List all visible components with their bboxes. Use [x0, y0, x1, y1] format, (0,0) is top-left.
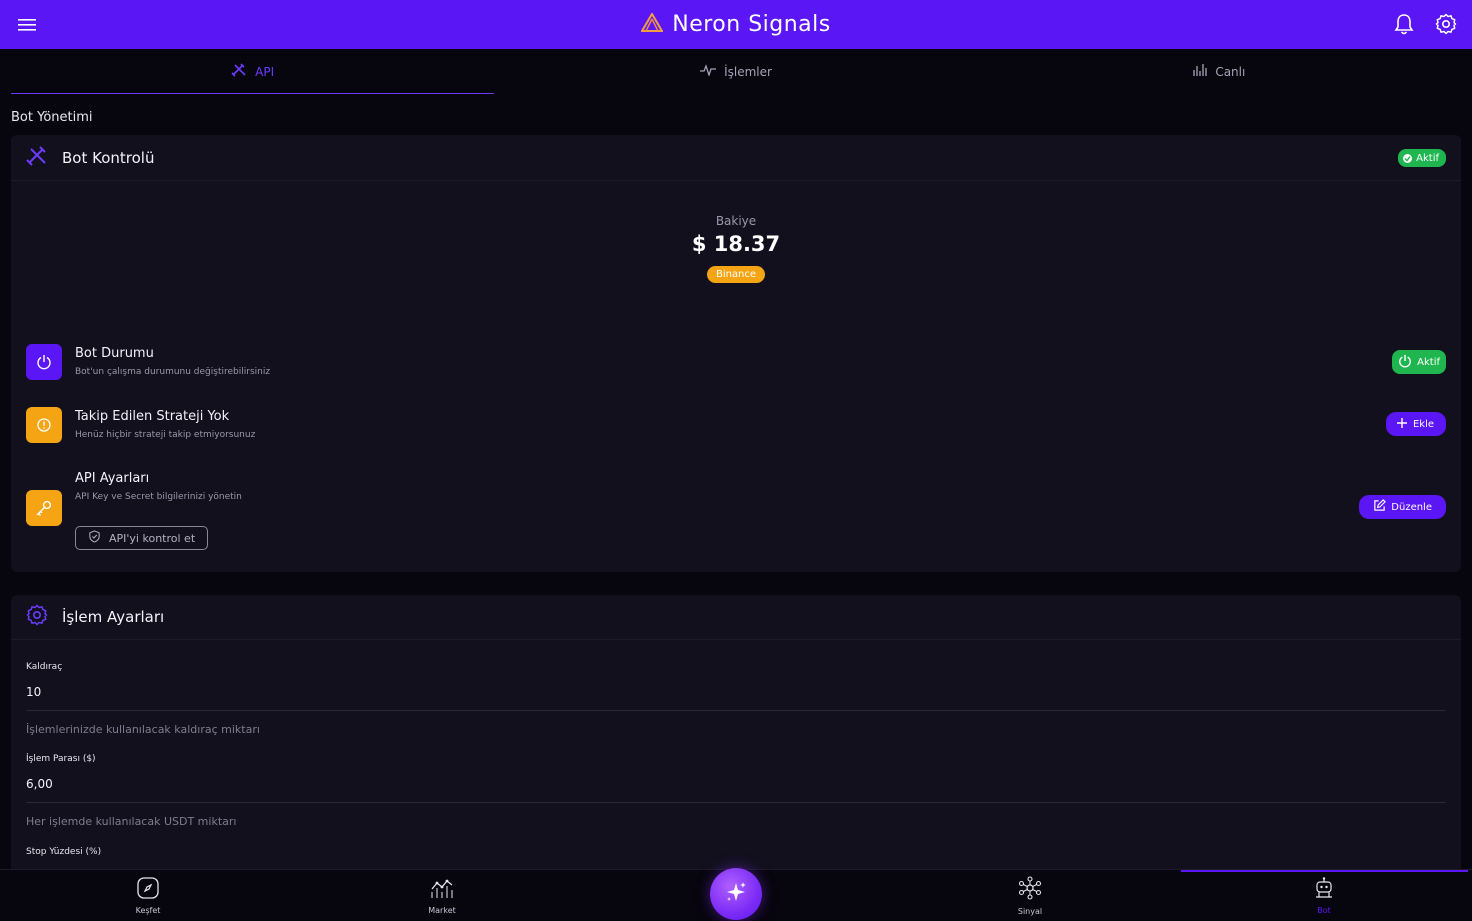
- add-strategy-button[interactable]: Ekle: [1385, 412, 1446, 436]
- power-icon: [26, 344, 62, 380]
- tab-islemler[interactable]: İşlemler: [494, 49, 977, 94]
- power-icon: [1398, 354, 1412, 371]
- divider: [26, 710, 1446, 711]
- tab-islemler-label: İşlemler: [724, 64, 772, 79]
- leverage-field: Kaldıraç İşlemlerinizde kullanılacak kal…: [26, 662, 1446, 736]
- strategy-title: Takip Edilen Strateji Yok: [75, 409, 230, 424]
- leverage-input[interactable]: [26, 682, 1446, 702]
- settings-gear-icon[interactable]: [1434, 12, 1458, 36]
- status-badge-label: Aktif: [1416, 152, 1439, 164]
- edit-icon: [1373, 499, 1387, 515]
- bot-control-header: Bot Kontrolü Aktif: [11, 135, 1461, 181]
- menu-icon[interactable]: [14, 12, 40, 38]
- brand: Neron Signals: [0, 0, 1472, 49]
- tab-canli-label: Canlı: [1215, 64, 1246, 79]
- top-app-bar: Neron Signals: [0, 0, 1472, 49]
- check-icon: [1403, 153, 1413, 163]
- bot-status-title: Bot Durumu: [75, 346, 154, 361]
- stop-percent-field: Stop Yüzdesi (%): [26, 847, 1446, 857]
- tab-bar: API İşlemler Canlı: [11, 49, 1461, 94]
- bot-status-subtitle: Bot'un çalışma durumunu değiştirebilirsi…: [75, 367, 271, 377]
- strategy-subtitle: Henüz hiçbir strateji takip etmiyorsunuz: [75, 430, 256, 440]
- alert-circle-icon: [26, 407, 62, 443]
- nav-market[interactable]: Market: [412, 870, 472, 921]
- bot-status-button-label: Aktif: [1417, 356, 1440, 368]
- key-icon: [26, 490, 62, 526]
- balance-label: Bakiye: [715, 214, 757, 228]
- compass-icon: [137, 877, 159, 903]
- pulse-icon: [700, 64, 717, 79]
- edit-api-button[interactable]: Düzenle: [1359, 495, 1446, 519]
- tools-icon: [26, 145, 48, 170]
- trade-amount-input[interactable]: [26, 774, 1446, 794]
- section-title: Bot Yönetimi: [11, 110, 93, 125]
- bot-status-row: Bot Durumu Bot'un çalışma durumunu değiş…: [26, 344, 1446, 384]
- api-settings-row: API Ayarları API Key ve Secret bilgileri…: [26, 469, 1446, 551]
- network-icon: [1018, 876, 1042, 904]
- check-api-button[interactable]: API'yi kontrol et: [75, 526, 209, 550]
- edit-api-label: Düzenle: [1391, 501, 1432, 513]
- tab-api-label: API: [255, 64, 275, 79]
- balance-value: $ 18.37: [691, 232, 781, 256]
- api-settings-subtitle: API Key ve Secret bilgilerinizi yönetin: [75, 492, 242, 502]
- divider: [26, 802, 1446, 803]
- balance-block: Bakiye $ 18.37 Binance: [11, 214, 1461, 283]
- check-api-label: API'yi kontrol et: [109, 531, 196, 545]
- nav-kesfet-label: Keşfet: [135, 906, 161, 915]
- nav-bot[interactable]: Bot: [1294, 870, 1354, 921]
- tools-icon: [231, 63, 247, 80]
- sparkle-icon: [724, 880, 748, 908]
- trade-amount-label: İşlem Parası ($): [26, 754, 96, 764]
- app-title: Neron Signals: [672, 12, 831, 37]
- line-chart-icon: [430, 877, 454, 903]
- leverage-help: İşlemlerinizde kullanılacak kaldıraç mik…: [26, 723, 260, 736]
- bot-status-toggle-button[interactable]: Aktif: [1392, 350, 1446, 374]
- trade-settings-header: İşlem Ayarları: [11, 595, 1461, 640]
- shield-icon: [88, 530, 101, 546]
- trade-amount-field: İşlem Parası ($) Her işlemde kullanılaca…: [26, 754, 1446, 828]
- api-settings-title: API Ayarları: [75, 471, 150, 486]
- leverage-label: Kaldıraç: [26, 662, 63, 672]
- nav-sinyal-label: Sinyal: [1017, 907, 1043, 916]
- trade-amount-help: Her işlemde kullanılacak USDT miktarı: [26, 815, 237, 828]
- stop-percent-label: Stop Yüzdesi (%): [26, 847, 102, 857]
- bot-control-card: Bot Kontrolü Aktif Bakiye $ 18.37 Binanc…: [11, 135, 1461, 572]
- notifications-bell-icon[interactable]: [1392, 12, 1416, 36]
- exchange-chip: Binance: [706, 266, 766, 283]
- tab-canli[interactable]: Canlı: [978, 49, 1461, 94]
- plus-icon: [1396, 417, 1408, 432]
- trade-settings-title: İşlem Ayarları: [62, 608, 165, 626]
- nav-kesfet[interactable]: Keşfet: [118, 870, 178, 921]
- trade-settings-card: İşlem Ayarları Kaldıraç İşlemlerinizde k…: [11, 595, 1461, 885]
- nav-market-label: Market: [428, 906, 456, 915]
- robot-icon: [1314, 877, 1334, 903]
- tab-api[interactable]: API: [11, 49, 495, 94]
- nav-sinyal[interactable]: Sinyal: [1000, 870, 1060, 921]
- ai-sparkle-button[interactable]: [710, 868, 762, 920]
- strategy-row: Takip Edilen Strateji Yok Henüz hiçbir s…: [26, 407, 1446, 447]
- bot-control-title: Bot Kontrolü: [62, 148, 155, 167]
- bar-chart-icon: [1193, 63, 1207, 80]
- logo-icon: [640, 12, 664, 36]
- add-strategy-label: Ekle: [1412, 418, 1434, 430]
- status-badge: Aktif: [1398, 149, 1446, 167]
- settings-gear-icon: [26, 604, 48, 630]
- nav-bot-label: Bot: [1317, 906, 1331, 915]
